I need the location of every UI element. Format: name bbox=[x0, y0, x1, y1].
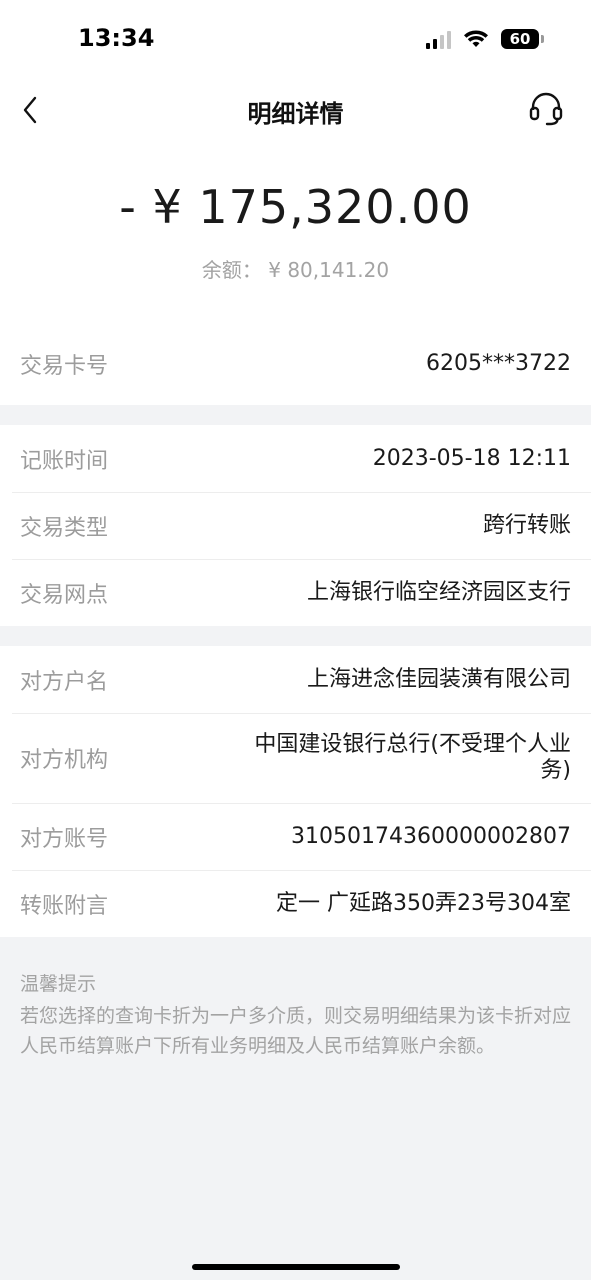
transaction-amount: - ¥ 175,320.00 bbox=[119, 180, 472, 234]
navigation-bar: 明细详情 bbox=[0, 80, 591, 140]
headset-icon bbox=[529, 92, 563, 126]
counterparty-institution-row: 对方机构 中国建设银行总行(不受理个人业务) bbox=[0, 713, 591, 803]
posting-time-value: 2023-05-18 12:11 bbox=[372, 445, 571, 471]
counterparty-name-value: 上海进念佳园装潢有限公司 bbox=[306, 666, 571, 692]
counterparty-name-label: 对方户名 bbox=[20, 669, 109, 695]
transfer-memo-label: 转账附言 bbox=[20, 893, 109, 919]
header-area: 13:34 60 明细详情 - ¥ 175,320.00 余额： ¥ 80,14… bbox=[0, 0, 591, 405]
counterparty-section: 对方户名 上海进念佳园装潢有限公司 对方机构 中国建设银行总行(不受理个人业务)… bbox=[0, 646, 591, 937]
card-number-row: 交易卡号 6205***3722 bbox=[0, 330, 591, 405]
cellular-signal-icon bbox=[426, 29, 451, 49]
card-number-value: 6205***3722 bbox=[426, 350, 571, 376]
counterparty-institution-value: 中国建设银行总行(不受理个人业务) bbox=[254, 732, 571, 783]
transaction-branch-label: 交易网点 bbox=[20, 582, 109, 608]
status-icons: 60 bbox=[426, 29, 544, 49]
wifi-icon bbox=[464, 30, 488, 47]
balance-line: 余额： ¥ 80,141.20 bbox=[0, 254, 591, 283]
tips-title: 温馨提示 bbox=[20, 973, 97, 995]
balance-label: 余额： bbox=[201, 258, 262, 282]
posting-time-row: 记账时间 2023-05-18 12:11 bbox=[0, 425, 591, 492]
battery-level: 60 bbox=[509, 30, 531, 48]
battery-icon: 60 bbox=[501, 29, 544, 49]
transfer-memo-value: 定一 广延路350弄23号304室 bbox=[276, 890, 571, 916]
customer-service-button[interactable] bbox=[523, 86, 569, 132]
counterparty-account-row: 对方账号 31050174360000002807 bbox=[0, 803, 591, 870]
page-title: 明细详情 bbox=[247, 100, 344, 128]
counterparty-account-label: 对方账号 bbox=[20, 826, 109, 852]
transfer-memo-row: 转账附言 定一 广延路350弄23号304室 bbox=[0, 870, 591, 937]
status-time: 13:34 bbox=[78, 24, 155, 52]
amount-summary: - ¥ 175,320.00 余额： ¥ 80,141.20 bbox=[0, 140, 591, 330]
section-divider bbox=[0, 405, 591, 425]
card-number-label: 交易卡号 bbox=[20, 353, 109, 379]
posting-time-label: 记账时间 bbox=[20, 448, 109, 474]
counterparty-institution-label: 对方机构 bbox=[20, 748, 109, 773]
tips-section: 温馨提示 若您选择的查询卡折为一户多介质，则交易明细结果为该卡折对应人民币结算账… bbox=[0, 957, 591, 1061]
transaction-type-label: 交易类型 bbox=[20, 515, 109, 541]
counterparty-account-value: 31050174360000002807 bbox=[291, 823, 571, 849]
transaction-info-section: 记账时间 2023-05-18 12:11 交易类型 跨行转账 交易网点 上海银… bbox=[0, 425, 591, 626]
home-indicator[interactable] bbox=[192, 1264, 400, 1270]
status-bar: 13:34 60 bbox=[0, 0, 591, 80]
counterparty-name-row: 对方户名 上海进念佳园装潢有限公司 bbox=[0, 646, 591, 713]
balance-value: ¥ 80,141.20 bbox=[268, 258, 390, 282]
transaction-type-row: 交易类型 跨行转账 bbox=[0, 492, 591, 559]
transaction-branch-value: 上海银行临空经济园区支行 bbox=[306, 579, 571, 605]
tips-text: 若您选择的查询卡折为一户多介质，则交易明细结果为该卡折对应人民币结算账户下所有业… bbox=[20, 1005, 572, 1057]
transaction-branch-row: 交易网点 上海银行临空经济园区支行 bbox=[0, 559, 591, 626]
transaction-type-value: 跨行转账 bbox=[482, 512, 571, 538]
